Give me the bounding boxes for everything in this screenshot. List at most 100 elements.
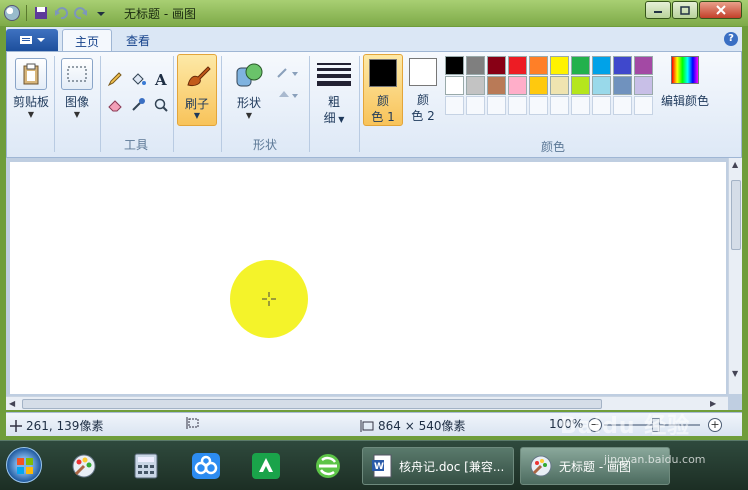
fill-icon[interactable] <box>128 69 148 89</box>
taskbar-word-document[interactable]: W 核舟记.doc [兼容... <box>362 447 514 485</box>
custom-color-slot[interactable] <box>487 96 506 115</box>
clipboard-icon <box>15 58 47 90</box>
redo-icon[interactable] <box>73 5 89 21</box>
minimize-button[interactable] <box>645 1 671 19</box>
custom-color-slot[interactable] <box>571 96 590 115</box>
palette-swatch[interactable] <box>634 76 653 95</box>
paint-app-icon[interactable] <box>4 5 20 21</box>
taskbar-green-app-pin[interactable] <box>248 449 284 483</box>
window-controls <box>644 1 742 19</box>
title-bar: 无标题 - 画图 <box>0 0 748 26</box>
taskbar-calculator-pin[interactable] <box>128 449 164 483</box>
custom-color-slot[interactable] <box>508 96 527 115</box>
paint-app-icon <box>72 454 96 478</box>
clipboard-button[interactable]: 剪贴板 ▼ <box>11 58 51 119</box>
custom-color-slot[interactable] <box>529 96 548 115</box>
taskbar-browser-pin[interactable] <box>310 449 346 483</box>
help-icon[interactable]: ? <box>724 32 738 46</box>
palette-swatch[interactable] <box>508 76 527 95</box>
color-1-button[interactable]: 颜 色 1 <box>363 54 403 126</box>
palette-swatch[interactable] <box>466 56 485 75</box>
palette-swatch[interactable] <box>613 76 632 95</box>
palette-swatch[interactable] <box>592 56 611 75</box>
palette-swatch[interactable] <box>613 56 632 75</box>
shapes-button[interactable]: 形状 ▼ <box>229 59 269 120</box>
scroll-down-icon[interactable]: ▼ <box>732 369 738 378</box>
scroll-right-icon[interactable]: ▶ <box>710 399 716 408</box>
edit-colors-button[interactable]: 编辑颜色 <box>661 56 709 109</box>
word-doc-icon: W <box>372 454 392 478</box>
custom-color-slot[interactable] <box>613 96 632 115</box>
cursor-position-icon <box>10 419 22 432</box>
palette-swatch[interactable] <box>466 76 485 95</box>
browser-icon <box>316 454 340 478</box>
custom-color-slot[interactable] <box>466 96 485 115</box>
outline-icon[interactable] <box>275 63 299 83</box>
edit-colors-icon <box>671 56 699 84</box>
paint-menu-button[interactable] <box>6 29 58 51</box>
zoom-in-button[interactable]: + <box>708 418 722 432</box>
custom-color-slot[interactable] <box>592 96 611 115</box>
scroll-left-icon[interactable]: ◀ <box>9 399 15 408</box>
palette-swatch[interactable] <box>508 56 527 75</box>
pencil-icon[interactable] <box>105 69 125 89</box>
tab-view[interactable]: 查看 <box>114 29 162 51</box>
color-picker-icon[interactable] <box>128 95 148 115</box>
palette-swatch[interactable] <box>550 56 569 75</box>
tools-group: A 工具 <box>101 55 171 155</box>
text-icon[interactable]: A <box>151 69 171 89</box>
palette-swatch[interactable] <box>487 56 506 75</box>
horizontal-scroll-thumb[interactable] <box>22 399 602 409</box>
canvas-size: 864 × 540像素 <box>378 419 466 433</box>
taskbar-paint-pin[interactable] <box>66 449 102 483</box>
palette-swatch[interactable] <box>571 56 590 75</box>
chevron-down-icon: ▼ <box>27 110 35 119</box>
taskbar-baidu-pan-pin[interactable] <box>188 449 224 483</box>
custom-color-slot[interactable] <box>445 96 464 115</box>
window-title: 无标题 - 画图 <box>124 7 196 21</box>
close-button[interactable] <box>699 1 742 19</box>
svg-text:W: W <box>374 462 384 472</box>
baidu-watermark: Baidu 经验 <box>560 414 691 439</box>
ribbon-tab-bar: 主页 查看 ? <box>6 27 742 51</box>
vertical-scroll-thumb[interactable] <box>731 180 741 250</box>
image-button[interactable]: 图像 ▼ <box>57 58 97 119</box>
tab-home[interactable]: 主页 <box>62 29 113 51</box>
palette-swatch[interactable] <box>529 56 548 75</box>
color-1-swatch <box>369 59 397 87</box>
eraser-icon[interactable] <box>105 95 125 115</box>
maximize-button[interactable] <box>672 1 698 19</box>
calculator-icon <box>134 453 158 479</box>
color-2-button[interactable]: 颜 色 2 <box>405 54 441 124</box>
palette-swatch[interactable] <box>487 76 506 95</box>
undo-icon[interactable] <box>53 5 69 21</box>
palette-swatch[interactable] <box>445 56 464 75</box>
palette-swatch[interactable] <box>529 76 548 95</box>
ribbon-home: 剪贴板 ▼ 图像 ▼ A 工具 刷子 ▼ 形状 ▼ 形状 粗 细 ▼ 颜 色 1… <box>6 51 742 158</box>
start-button[interactable] <box>6 447 42 483</box>
menu-icon <box>20 36 32 44</box>
brushes-button[interactable]: 刷子 ▼ <box>177 54 217 126</box>
palette-swatch[interactable] <box>634 56 653 75</box>
palette-swatch[interactable] <box>550 76 569 95</box>
palette-swatch[interactable] <box>571 76 590 95</box>
customize-qat-icon[interactable] <box>93 5 109 21</box>
color-palette <box>445 56 654 115</box>
green-app-icon <box>252 453 280 479</box>
palette-swatch[interactable] <box>445 76 464 95</box>
color-2-swatch <box>409 58 437 86</box>
paint-app-icon <box>530 455 552 477</box>
custom-color-slot[interactable] <box>634 96 653 115</box>
vertical-scrollbar[interactable]: ▲ ▼ <box>728 158 742 394</box>
shapes-group: 形状 ▼ 形状 <box>223 55 307 155</box>
paint-window: 无标题 - 画图 主页 查看 ? 剪贴板 ▼ 图像 ▼ A 工具 刷子 ▼ 形状… <box>0 0 748 440</box>
custom-color-slot[interactable] <box>550 96 569 115</box>
size-button[interactable]: 粗 细 ▼ <box>311 58 357 128</box>
scroll-up-icon[interactable]: ▲ <box>732 160 738 169</box>
save-icon[interactable] <box>33 5 49 21</box>
magnifier-icon[interactable] <box>151 95 171 115</box>
drawing-canvas[interactable] <box>10 162 726 394</box>
colors-group-label: 颜色 <box>540 140 565 154</box>
fill-shape-icon[interactable] <box>275 85 299 105</box>
palette-swatch[interactable] <box>592 76 611 95</box>
